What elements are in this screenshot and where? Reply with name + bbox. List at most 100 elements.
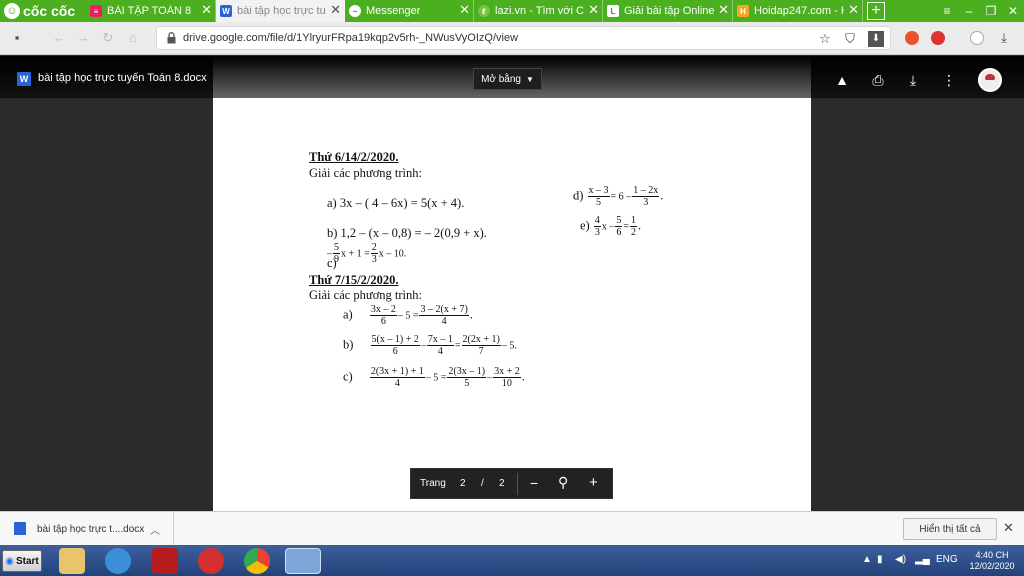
tab-bai-tap-toan[interactable]: ≡ BÀI TẬP TOÁN 8 ✕ — [86, 0, 216, 22]
equation-e: e) 43x –5 6 = 1 2. — [580, 215, 642, 238]
classroom-icon: ≡ — [90, 5, 102, 17]
start-button[interactable]: ◉ Start — [2, 550, 42, 572]
close-icon[interactable]: ✕ — [1003, 520, 1014, 536]
add-to-drive-icon[interactable]: ▲ — [834, 72, 850, 88]
network-icon[interactable]: ▮ — [877, 554, 883, 565]
viewer-header: W bài tập học trực tuyến Toán 8.docx Mở … — [0, 56, 1024, 98]
tab-label: bài tập học trực tu — [237, 5, 326, 17]
sidebar-icon[interactable]: ▪ — [10, 31, 24, 45]
document-page: Thứ 6/14/2/2020. Giải các phương trình: … — [213, 66, 811, 511]
equation-q-a: a) 3x – 2 6– 5 = 3 – 2(x + 7) 4. — [343, 304, 473, 327]
maximize-icon[interactable]: ❐ — [980, 0, 1002, 22]
tab-lazi[interactable]: ℓ lazi.vn - Tìm với Cố ✕ — [474, 0, 603, 22]
windows-icon: ◉ — [5, 555, 14, 567]
url-field[interactable]: drive.google.com/file/d/1YlryurFRpa19kqp… — [156, 26, 891, 50]
download-icon[interactable]: ⤓ — [905, 72, 921, 88]
new-tab-button[interactable]: + — [867, 2, 885, 20]
back-icon[interactable]: ← — [52, 31, 66, 45]
file-explorer-icon[interactable] — [59, 548, 85, 574]
equation-q-c: c) 2(3x + 1) + 1 4– 5 = 2(3x – 1) 5–3x + 21… — [343, 366, 525, 389]
address-bar: ▪ ← → ↻ ⌂ drive.google.com/file/d/1Ylryu… — [0, 22, 1024, 55]
garena-icon[interactable] — [198, 548, 224, 574]
close-window-icon[interactable]: ✕ — [1002, 0, 1024, 22]
download-video-icon[interactable]: ⬇ — [868, 31, 884, 47]
internet-explorer-icon[interactable] — [105, 548, 131, 574]
equation-q-b: b) 5(x – 1) + 2 6–7x – 1 4 = 2(2x + 1) 7– 5. — [343, 334, 517, 357]
heading-day2: Thứ 7/15/2/2020. — [309, 273, 399, 287]
menu-icon[interactable]: ≡ — [936, 0, 958, 22]
show-all-button[interactable]: Hiển thị tất cả — [903, 518, 997, 540]
zoom-out-icon[interactable]: − — [530, 475, 538, 491]
account-avatar[interactable] — [978, 68, 1002, 92]
more-options-icon[interactable]: ⋮ — [941, 72, 957, 88]
clock-date: 12/02/2020 — [969, 561, 1015, 571]
url-text: drive.google.com/file/d/1YlryurFRpa19kqp… — [183, 32, 519, 44]
page-label: Trang — [420, 478, 446, 489]
brand-name: cốc cốc — [23, 3, 76, 19]
word-doc-icon: W — [17, 72, 31, 86]
clock[interactable]: 4:40 CH 12/02/2020 — [962, 550, 1022, 572]
close-icon[interactable]: ✕ — [459, 3, 470, 17]
tab-label: Giải bài tập Online — [624, 5, 714, 17]
shield-icon[interactable]: ⛉ — [842, 31, 858, 47]
close-icon[interactable]: ✕ — [588, 3, 599, 17]
clock-time: 4:40 CH — [975, 550, 1009, 560]
tab-hoidap247[interactable]: H Hoidap247.com - H ✕ — [733, 0, 863, 22]
language-indicator[interactable]: ENG — [936, 554, 958, 565]
word-icon: W — [220, 5, 232, 17]
home-icon[interactable]: ⌂ — [126, 31, 140, 45]
tab-label: BÀI TẬP TOÁN 8 — [107, 5, 192, 17]
equation-a: a) 3x – ( 4 – 6x) = 5(x + 4). — [327, 196, 465, 210]
reload-icon[interactable]: ↻ — [101, 31, 115, 45]
tab-google-drive-doc[interactable]: W bài tập học trực tu ✕ — [216, 0, 345, 22]
volume-icon[interactable]: ◀) — [895, 554, 906, 565]
tab-messenger[interactable]: ~ Messenger ✕ — [345, 0, 474, 22]
document-title: bài tập học trực tuyến Toán 8.docx — [38, 72, 207, 84]
close-icon[interactable]: ✕ — [718, 3, 729, 17]
tray-arrow-icon[interactable]: ▲ — [862, 554, 872, 565]
page-navigator: Trang 2 / 2 − ⚲ + — [410, 468, 613, 499]
profile-icon[interactable] — [970, 31, 984, 45]
chrome-icon[interactable] — [244, 548, 270, 574]
hoidap247-icon: H — [737, 5, 749, 17]
taskbar: ◉ Start ▲ ▮ ◀) ▂▄ ENG 4:40 CH 12/02/2020 — [0, 545, 1024, 576]
zoom-icon[interactable]: ⚲ — [558, 474, 568, 491]
forward-icon[interactable]: → — [76, 31, 90, 45]
close-icon[interactable]: ✕ — [848, 3, 859, 17]
coccoc-logo[interactable]: ☺ cốc cốc — [0, 0, 86, 22]
messenger-icon: ~ — [349, 5, 361, 17]
bookmark-star-icon[interactable]: ☆ — [817, 31, 833, 47]
window-controls: ≡ – ❐ ✕ — [936, 0, 1024, 22]
coccoc-icon: ☺ — [4, 3, 20, 19]
close-icon[interactable]: ✕ — [330, 3, 341, 17]
current-page[interactable]: 2 — [460, 478, 466, 489]
drive-viewer: Thứ 6/14/2/2020. Giải các phương trình: … — [0, 56, 1024, 511]
coccoc-taskbar-icon[interactable] — [285, 548, 321, 574]
equation-c: –5 9 x + 1 = 2 3 x – 10. — [327, 242, 407, 265]
close-icon[interactable]: ✕ — [201, 3, 212, 17]
tab-strip: ☺ cốc cốc ≡ BÀI TẬP TOÁN 8 ✕ W bài tập h… — [0, 0, 1024, 22]
game-app-icon[interactable] — [152, 548, 178, 574]
chevron-up-icon[interactable]: ︿ — [150, 522, 160, 537]
zoom-in-icon[interactable]: + — [589, 474, 598, 491]
equation-c-label: c) — [327, 256, 337, 270]
signal-icon[interactable]: ▂▄ — [915, 554, 930, 565]
pager-divider — [517, 473, 518, 495]
page-separator: / — [481, 478, 484, 489]
instruction-2: Giải các phương trình: — [309, 288, 423, 302]
heading-day1: Thứ 6/14/2/2020. — [309, 150, 399, 164]
tab-giai-bai-tap[interactable]: L Giải bài tập Online ✕ — [603, 0, 733, 22]
equation-d: d) x – 3 5 = 6 –1 – 2x 3. — [573, 185, 664, 208]
open-with-button[interactable]: Mở bằng ▼ — [473, 68, 542, 90]
tab-label: Messenger — [366, 5, 421, 17]
download-arrow-icon[interactable]: ⤓ — [997, 31, 1011, 45]
extension-fox-icon[interactable] — [905, 31, 919, 45]
download-item[interactable]: bài tập học trực t....docx ︿ — [0, 512, 174, 545]
caret-down-icon: ▼ — [526, 74, 534, 84]
lock-icon — [167, 32, 176, 44]
print-icon[interactable]: ⎙ — [870, 72, 886, 88]
download-bar: bài tập học trực t....docx ︿ Hiển thị tấ… — [0, 511, 1024, 545]
extension-icon[interactable] — [931, 31, 945, 45]
tab-label: Hoidap247.com - H — [754, 5, 844, 17]
minimize-icon[interactable]: – — [958, 0, 980, 22]
